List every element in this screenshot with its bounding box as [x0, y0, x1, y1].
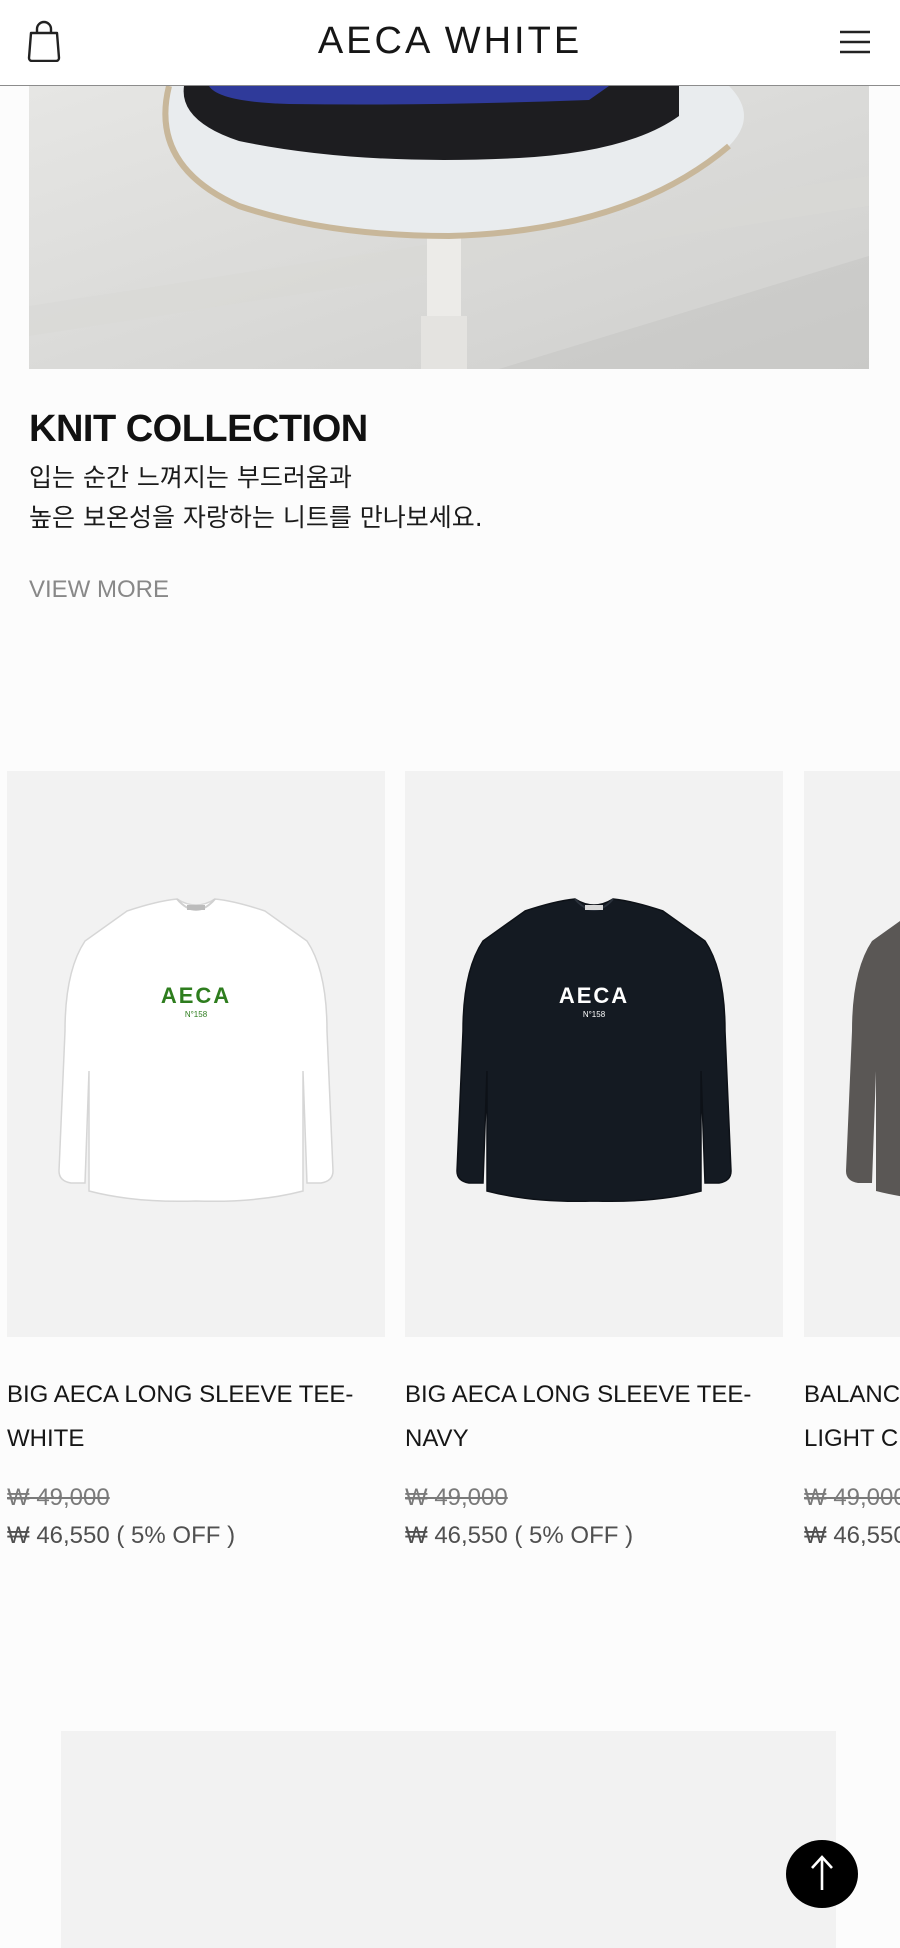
- arrow-up-icon: [811, 1855, 833, 1890]
- product-image[interactable]: AECA N°158: [7, 771, 385, 1337]
- product-name-line: BALANCE: [804, 1381, 900, 1408]
- shirt-print-text: AECA: [559, 983, 629, 1008]
- product-name-line: NAVY: [405, 1425, 469, 1452]
- collection-title: KNIT COLLECTION: [29, 408, 368, 450]
- original-price: ₩ 49,000: [804, 1484, 900, 1511]
- promo-banner[interactable]: [61, 1731, 836, 1948]
- shirt-number-text: N°158: [583, 1010, 606, 1019]
- product-card[interactable]: AECA N°158 BIG AECA LONG SLEEVE TEE- WHI…: [7, 771, 385, 1555]
- hamburger-menu-icon: [840, 30, 870, 54]
- shirt-number-text: N°158: [185, 1010, 208, 1019]
- product-name[interactable]: BIG AECA LONG SLEEVE TEE- WHITE: [7, 1373, 377, 1461]
- product-card[interactable]: AECA N°158 BIG AECA LONG SLEEVE TEE- NAV…: [405, 771, 783, 1555]
- product-name-line: WHITE: [7, 1425, 85, 1452]
- site-header: AECA WHITE: [0, 0, 900, 86]
- sale-price: ₩ 46,550: [804, 1522, 900, 1549]
- collection-description: 입는 순간 느껴지는 부드러움과 높은 보온성을 자랑하는 니트를 만나보세요.: [29, 458, 483, 538]
- collection-description-line: 입는 순간 느껴지는 부드러움과: [29, 463, 352, 492]
- sale-price: ₩ 46,550 ( 5% OFF ): [7, 1522, 236, 1549]
- tshirt-white-image: AECA N°158: [58, 898, 334, 1203]
- product-image[interactable]: AECA N°158: [405, 771, 783, 1337]
- product-name-line: BIG AECA LONG SLEEVE TEE-: [405, 1381, 752, 1408]
- collection-description-line: 높은 보온성을 자랑하는 니트를 만나보세요.: [29, 503, 483, 532]
- original-price: ₩ 49,000: [7, 1484, 110, 1511]
- product-name[interactable]: BIG AECA LONG SLEEVE TEE- NAVY: [405, 1373, 775, 1461]
- shirt-print-text: AECA: [161, 983, 231, 1008]
- back-to-top-button[interactable]: [786, 1840, 858, 1908]
- menu-button[interactable]: [838, 26, 872, 58]
- tshirt-navy-image: AECA N°158: [456, 898, 732, 1203]
- sale-price: ₩ 46,550 ( 5% OFF ): [405, 1522, 634, 1549]
- product-image[interactable]: [804, 771, 900, 1337]
- view-more-link[interactable]: VIEW MORE: [29, 576, 169, 604]
- original-price: ₩ 49,000: [405, 1484, 508, 1511]
- tshirt-charcoal-image: [846, 921, 900, 1197]
- product-name-line: LIGHT CH: [804, 1425, 900, 1452]
- knit-collection-image[interactable]: [29, 86, 869, 369]
- product-name-line: BIG AECA LONG SLEEVE TEE-: [7, 1381, 354, 1408]
- knit-photo: [29, 86, 869, 369]
- brand-logo[interactable]: AECA WHITE: [0, 20, 900, 63]
- product-card[interactable]: BALANCE LIGHT CH ₩ 49,000 ₩ 46,550: [804, 771, 900, 1555]
- product-name[interactable]: BALANCE LIGHT CH: [804, 1373, 900, 1461]
